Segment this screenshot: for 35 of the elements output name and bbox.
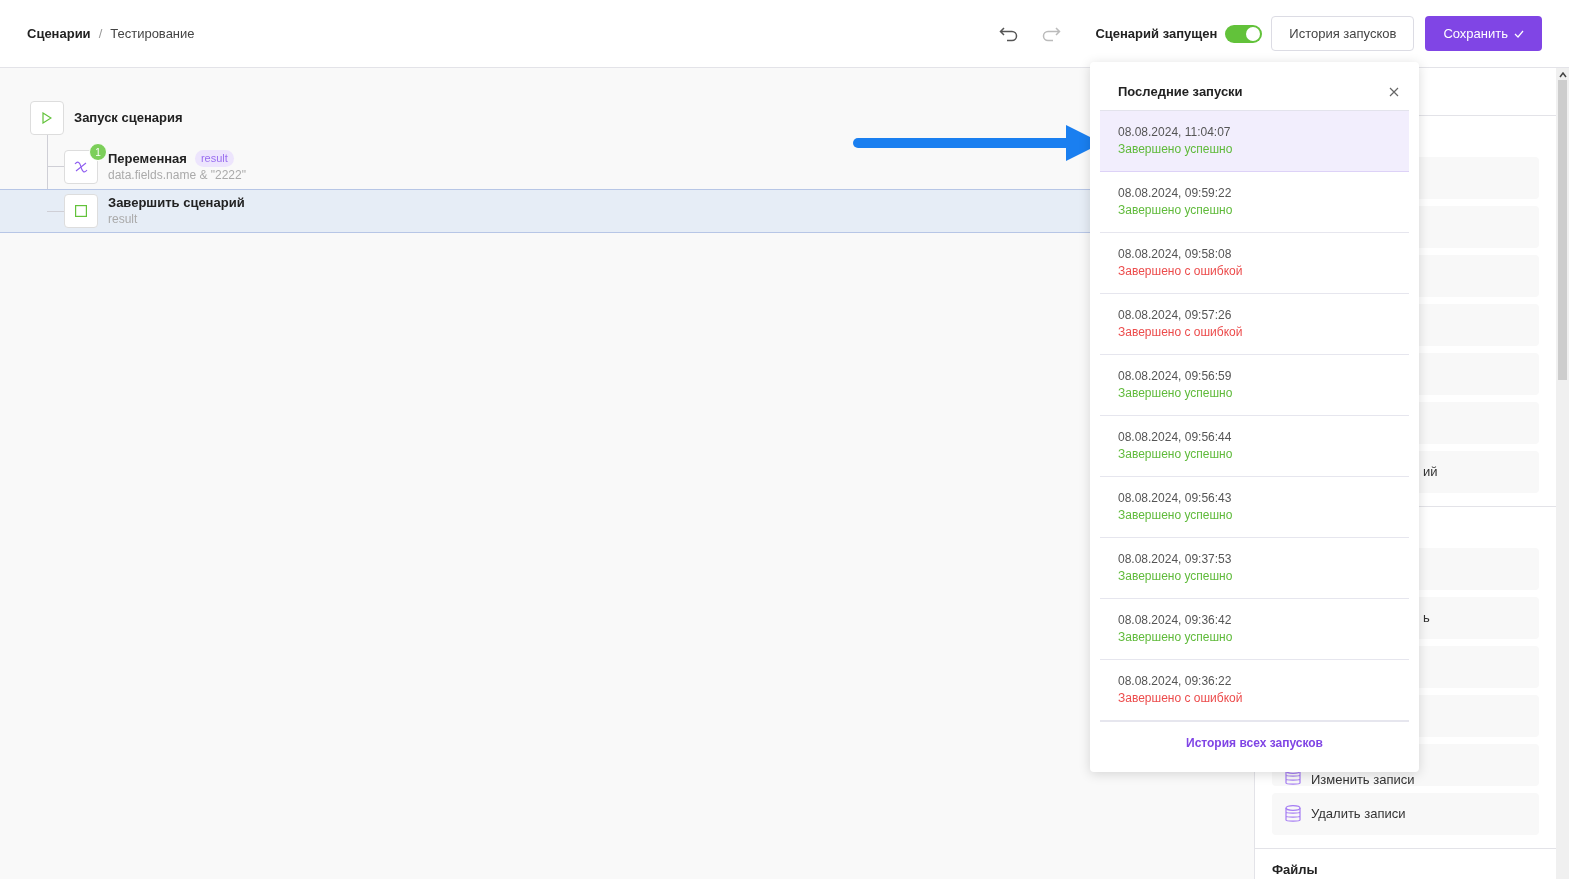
run-time: 08.08.2024, 09:56:44 — [1118, 429, 1233, 446]
action-label: ь — [1423, 608, 1430, 627]
run-time: 08.08.2024, 09:56:59 — [1118, 368, 1233, 385]
node-title: Переменная — [108, 150, 187, 167]
run-status: Завершено успешно — [1118, 446, 1234, 463]
breadcrumb-current: Тестирование — [110, 24, 195, 43]
run-status: Завершено успешно — [1118, 385, 1234, 402]
action-label: ий — [1423, 462, 1438, 481]
run-time: 08.08.2024, 09:37:53 — [1118, 551, 1233, 568]
run-time: 08.08.2024, 09:57:26 — [1118, 307, 1233, 324]
run-status: Завершено с ошибкой — [1118, 690, 1244, 707]
count-badge: 1 — [89, 143, 107, 161]
run-time: 08.08.2024, 09:36:22 — [1118, 673, 1233, 690]
node-subtitle: data.fields.name & "2222" — [108, 167, 246, 184]
run-status: Завершено с ошибкой — [1118, 263, 1244, 280]
node-title: Запуск сценария — [74, 109, 183, 128]
run-status: Завершено успешно — [1118, 507, 1234, 524]
run-status: Завершено успешно — [1118, 202, 1234, 219]
run-status: Завершено успешно — [1118, 141, 1234, 158]
action-label: Изменить записи — [1311, 772, 1415, 786]
section-heading: Файлы — [1271, 860, 1319, 879]
run-status: Завершено успешно — [1118, 629, 1234, 646]
run-status: Завершено успешно — [1118, 568, 1234, 585]
action-label: Удалить записи — [1311, 807, 1406, 820]
scenario-running-label: Сценарий запущен — [1095, 24, 1218, 43]
run-time: 08.08.2024, 09:58:08 — [1118, 246, 1233, 263]
run-status: Завершено с ошибкой — [1118, 324, 1244, 341]
breadcrumb-separator: / — [98, 24, 103, 43]
run-time: 08.08.2024, 09:36:42 — [1118, 612, 1233, 629]
variable-tag: result — [194, 150, 234, 167]
run-time: 08.08.2024, 09:56:43 — [1118, 490, 1233, 507]
node-subtitle: result — [108, 211, 139, 228]
node-title: Завершить сценарий — [108, 194, 245, 211]
run-time: 08.08.2024, 11:04:07 — [1118, 124, 1232, 141]
popup-title: Последние запуски — [1118, 83, 1243, 102]
